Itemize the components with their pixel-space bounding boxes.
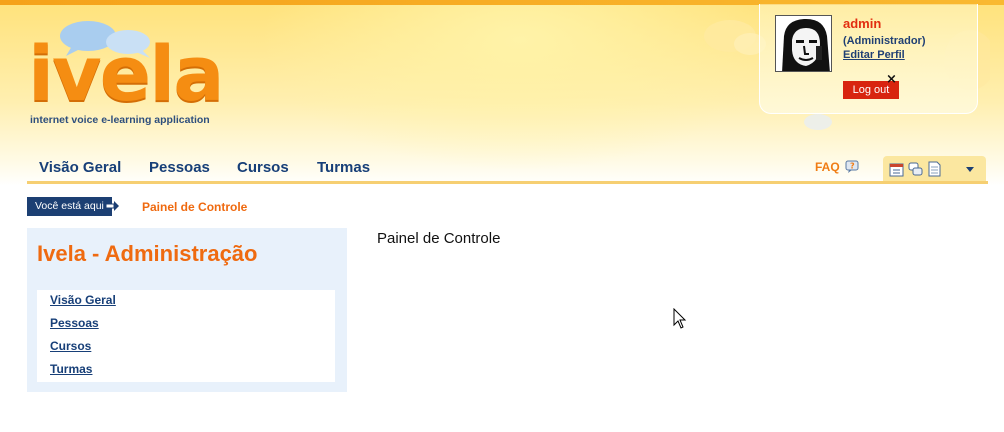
user-role: (Administrador) bbox=[843, 35, 926, 47]
chat-icon[interactable] bbox=[908, 161, 923, 177]
page-title: Painel de Controle bbox=[377, 230, 501, 247]
sidebar-link-cursos[interactable]: Cursos bbox=[50, 339, 91, 353]
svg-text:?: ? bbox=[850, 162, 855, 171]
avatar[interactable] bbox=[775, 15, 832, 72]
edit-profile-link[interactable]: Editar Perfil bbox=[843, 49, 905, 61]
nav-divider bbox=[27, 181, 988, 184]
logo-wordmark: ivela bbox=[28, 29, 224, 118]
calendar-icon[interactable] bbox=[889, 161, 904, 177]
nav-item-turmas[interactable]: Turmas bbox=[317, 159, 370, 176]
ivela-logo[interactable]: ivela internet voice e-learning applicat… bbox=[28, 18, 224, 130]
faq-link[interactable]: FAQ bbox=[815, 160, 840, 174]
nav-item-pessoas[interactable]: Pessoas bbox=[149, 159, 210, 176]
logo-tagline: internet voice e-learning application bbox=[30, 114, 210, 126]
breadcrumb-current: Painel de Controle bbox=[142, 200, 248, 214]
breadcrumb-label: Você está aqui bbox=[27, 197, 112, 216]
sidebar-link-pessoas[interactable]: Pessoas bbox=[50, 316, 99, 330]
arrow-right-icon bbox=[106, 201, 119, 211]
sidebar-title: Ivela - Administração bbox=[37, 241, 258, 266]
nav-item-visao-geral[interactable]: Visão Geral bbox=[39, 159, 121, 176]
avatar-image bbox=[776, 16, 831, 71]
document-icon[interactable] bbox=[927, 161, 942, 177]
user-name: admin bbox=[843, 16, 882, 31]
nav-item-cursos[interactable]: Cursos bbox=[237, 159, 289, 176]
sidebar-link-turmas[interactable]: Turmas bbox=[50, 362, 92, 376]
chevron-down-icon[interactable] bbox=[963, 163, 977, 175]
help-bubble-icon[interactable]: ? bbox=[845, 160, 860, 174]
mouse-cursor-icon bbox=[673, 308, 687, 329]
close-icon[interactable]: × bbox=[885, 73, 898, 86]
sidebar-link-visao-geral[interactable]: Visão Geral bbox=[50, 293, 116, 307]
